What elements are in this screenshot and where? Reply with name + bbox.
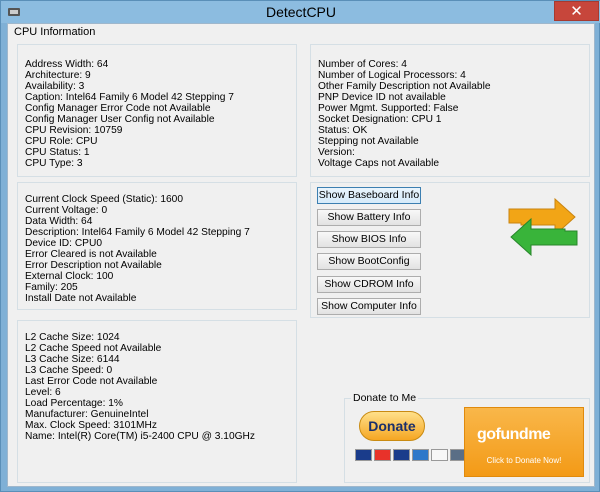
show-bios-info-button[interactable]: Show BIOS Info [317,231,421,248]
mastercard-icon [374,449,391,461]
info-line: Manufacturer: GenuineIntel [25,409,149,420]
info-line: Config Manager Error Code not Available [25,103,211,114]
refresh-arrows-icon[interactable] [503,193,583,263]
show-battery-info-button[interactable]: Show Battery Info [317,209,421,226]
info-line: CPU Revision: 10759 [25,125,123,136]
info-line: CPU Type: 3 [25,158,83,169]
info-line: Number of Cores: 4 [318,59,407,70]
paypal-donate-label: Donate [359,411,425,441]
maestro-card-icon [355,449,372,461]
donate-legend: Donate to Me [351,392,419,404]
discover-card-icon [431,449,448,461]
info-line: Name: Intel(R) Core(TM) i5-2400 CPU @ 3.… [25,431,255,442]
info-line: Current Clock Speed (Static): 1600 [25,194,183,205]
cpu-information-group: CPU Information Address Width: 64 Archit… [7,23,595,487]
paypal-donate-button[interactable]: Donate [355,411,467,471]
info-line: L2 Cache Speed not Available [25,343,162,354]
info-line: Architecture: 9 [25,70,91,81]
gofundme-logo: gofundme [477,426,551,443]
show-cdrom-info-button[interactable]: Show CDROM Info [317,276,421,293]
info-line: PNP Device ID not available [318,92,446,103]
info-line: CPU Status: 1 [25,147,90,158]
close-button[interactable]: ✕ [554,1,599,21]
actions-panel: Show Baseboard Info Show Battery Info Sh… [310,182,590,318]
cpu-details-panel-2: Number of Cores: 4 Number of Logical Pro… [310,44,590,177]
info-line: Stepping not Available [318,136,419,147]
info-line: Number of Logical Processors: 4 [318,70,466,81]
info-line: L2 Cache Size: 1024 [25,332,120,343]
info-line: Current Voltage: 0 [25,205,108,216]
info-line: L3 Cache Speed: 0 [25,365,113,376]
info-line: Version: [318,147,355,158]
info-line: Data Width: 64 [25,216,93,227]
donate-group: Donate to Me Donate gofundme Click to Do… [344,392,590,483]
info-line: Address Width: 64 [25,59,109,70]
amex-card-icon [412,449,429,461]
gofundme-subtitle: Click to Donate Now! [486,456,562,465]
info-line: Last Error Code not Available [25,376,158,387]
info-line: Availability: 3 [25,81,85,92]
info-line: Load Percentage: 1% [25,398,123,409]
show-baseboard-info-button[interactable]: Show Baseboard Info [317,187,421,204]
info-line: Other Family Description not Available [318,81,491,92]
cpu-details-panel-3: Current Clock Speed (Static): 1600 Curre… [17,182,297,310]
info-line: Status: OK [318,125,368,136]
info-line: Config Manager User Config not Available [25,114,215,125]
info-line: Family: 205 [25,282,78,293]
info-line: Socket Designation: CPU 1 [318,114,442,125]
gofundme-donate-button[interactable]: gofundme Click to Donate Now! [464,407,584,477]
show-bootconfig-button[interactable]: Show BootConfig [317,253,421,270]
payment-cards [355,449,467,465]
window-title: DetectCPU [265,4,337,20]
info-line: L3 Cache Size: 6144 [25,354,120,365]
info-line: Max. Clock Speed: 3101MHz [25,420,157,431]
info-line: Error Cleared is not Available [25,249,157,260]
cpu-details-panel-4: L2 Cache Size: 1024 L2 Cache Speed not A… [17,320,297,483]
visa-card-icon [393,449,410,461]
info-line: Install Date not Available [25,293,137,304]
title-bar[interactable]: DetectCPU ✕ [1,1,600,23]
info-line: Device ID: CPU0 [25,238,102,249]
cpu-details-panel-1: Address Width: 64 Architecture: 9 Availa… [17,44,297,177]
info-line: Level: 6 [25,387,61,398]
info-line: Voltage Caps not Available [318,158,440,169]
info-line: Description: Intel64 Family 6 Model 42 S… [25,227,250,238]
app-window: DetectCPU ✕ CPU Information Address Widt… [0,0,600,492]
info-line: External Clock: 100 [25,271,114,282]
info-line: Caption: Intel64 Family 6 Model 42 Stepp… [25,92,234,103]
info-line: Power Mgmt. Supported: False [318,103,459,114]
group-label: CPU Information [12,26,98,38]
show-computer-info-button[interactable]: Show Computer Info [317,298,421,315]
info-line: CPU Role: CPU [25,136,98,147]
info-line: Error Description not Available [25,260,162,271]
